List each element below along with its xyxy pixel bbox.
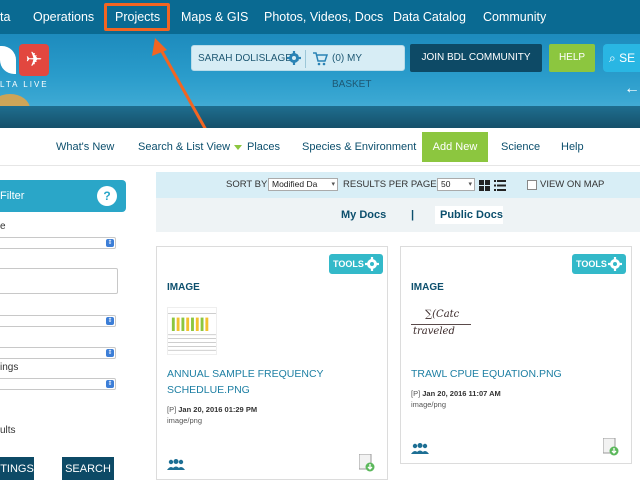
filter-select-2[interactable]: ⇕ bbox=[0, 315, 116, 327]
subnav-item-search-list-view[interactable]: Search & List View bbox=[138, 128, 243, 166]
filter-text-input[interactable] bbox=[0, 268, 118, 294]
top-navigation: ta Operations Projects Maps & GIS Photos… bbox=[0, 0, 640, 34]
download-icon[interactable] bbox=[359, 454, 375, 472]
formula-fraction-bar bbox=[411, 324, 471, 325]
topnav-item-data-catalog[interactable]: Data Catalog bbox=[393, 0, 466, 34]
user-name[interactable]: SARAH DOLISLAGER bbox=[198, 46, 299, 72]
doc-title-link[interactable]: ANNUAL SAMPLE FREQUENCY SCHEDLUE.PNG bbox=[167, 366, 377, 398]
user-bar-divider bbox=[305, 50, 306, 68]
results-per-page-value: 50 bbox=[441, 179, 451, 189]
doc-title-link[interactable]: TRAWL CPUE EQUATION.PNG bbox=[411, 366, 621, 382]
user-account-bar: SARAH DOLISLAGER (0) MY BASKET bbox=[191, 45, 405, 90]
back-arrow-icon[interactable]: ← bbox=[624, 80, 640, 98]
filter-label-ings: ings bbox=[0, 362, 19, 373]
topnav-item-maps-gis[interactable]: Maps & GIS bbox=[181, 0, 248, 34]
my-basket-link[interactable]: (0) MY BASKET bbox=[332, 46, 404, 98]
secondary-navigation: What's New Search & List View Places Spe… bbox=[0, 128, 640, 166]
help-button[interactable]: HELP bbox=[549, 44, 595, 72]
logo-bird-icon[interactable]: ✈ bbox=[19, 44, 49, 76]
filter-select-3[interactable]: ⇕ bbox=[0, 347, 116, 359]
doc-date-value: Jan 20, 2016 11:07 AM bbox=[422, 389, 501, 398]
search-button[interactable]: ⌕ SE bbox=[603, 44, 640, 72]
logo-leaf-icon[interactable] bbox=[0, 46, 16, 74]
select-arrows-icon: ⇕ bbox=[106, 317, 114, 325]
topnav-item-data[interactable]: ta bbox=[0, 0, 10, 34]
doc-meta-prefix: [P] bbox=[167, 405, 177, 414]
grid-view-icon[interactable] bbox=[479, 180, 490, 191]
subnav-item-places[interactable]: Places bbox=[247, 128, 280, 166]
projects-highlight-box bbox=[104, 3, 170, 31]
download-icon[interactable] bbox=[603, 438, 619, 456]
results-per-page-select[interactable]: 50 ▾ bbox=[437, 178, 475, 191]
tools-label: TOOLS bbox=[333, 259, 364, 269]
doc-mime-type: image/png bbox=[167, 416, 203, 425]
join-community-button[interactable]: JOIN BDL COMMUNITY bbox=[410, 44, 542, 72]
sort-by-select[interactable]: Modified Da ▾ bbox=[268, 178, 338, 191]
doc-meta-prefix: [P] bbox=[411, 389, 421, 398]
filter-select-4[interactable]: ⇕ bbox=[0, 378, 116, 390]
logo-text: LTA LIVE bbox=[0, 80, 49, 89]
gear-icon bbox=[365, 257, 379, 271]
topnav-item-community[interactable]: Community bbox=[483, 0, 546, 34]
chevron-down-icon bbox=[234, 144, 243, 150]
tab-my-docs[interactable]: My Docs bbox=[341, 198, 386, 232]
doc-type-label: IMAGE bbox=[411, 282, 444, 293]
select-arrows-icon: ⇕ bbox=[106, 380, 114, 388]
topnav-item-photos-videos-docs[interactable]: Photos, Videos, Docs bbox=[264, 0, 383, 34]
cart-icon[interactable] bbox=[312, 52, 328, 66]
tab-public-docs[interactable]: Public Docs bbox=[440, 198, 503, 232]
results-per-page-label: RESULTS PER PAGE bbox=[343, 179, 437, 190]
document-tabs: My Docs | Public Docs bbox=[156, 198, 640, 232]
view-on-map-label: VIEW ON MAP bbox=[540, 179, 605, 190]
tab-separator: | bbox=[411, 209, 415, 221]
doc-date-value: Jan 20, 2016 01:29 PM bbox=[178, 405, 258, 414]
list-view-icon[interactable] bbox=[494, 180, 506, 191]
gear-icon bbox=[608, 257, 622, 271]
tools-label: TOOLS bbox=[576, 259, 607, 269]
add-new-button[interactable]: Add New bbox=[422, 132, 488, 162]
people-icon[interactable] bbox=[411, 442, 429, 454]
doc-date: [P] Jan 20, 2016 01:29 PM bbox=[167, 405, 257, 414]
filter-select-1[interactable]: ⇕ bbox=[0, 237, 116, 249]
filter-label-e: e bbox=[0, 221, 6, 232]
filter-label-ults: ults bbox=[0, 425, 16, 436]
tools-button[interactable]: TOOLS bbox=[329, 254, 383, 274]
sort-by-label: SORT BY bbox=[226, 179, 268, 190]
topnav-item-operations[interactable]: Operations bbox=[33, 0, 94, 34]
search-button-label: SE bbox=[619, 51, 636, 65]
sort-by-value: Modified Da bbox=[272, 179, 318, 189]
tools-button[interactable]: TOOLS bbox=[572, 254, 626, 274]
search-icon: ⌕ bbox=[609, 51, 616, 65]
select-arrows-icon: ⇕ bbox=[106, 239, 114, 247]
header-banner: ✈ LTA LIVE SARAH DOLISLAGER (0) MY BASKE… bbox=[0, 34, 640, 128]
doc-mime-type: image/png bbox=[411, 400, 447, 409]
document-thumbnail[interactable] bbox=[167, 307, 217, 355]
subnav-item-species-environment[interactable]: Species & Environment bbox=[302, 128, 416, 166]
subnav-item-help[interactable]: Help bbox=[561, 128, 584, 166]
filter-panel-header: Filter ? bbox=[0, 180, 126, 212]
horizon-decoration bbox=[0, 106, 640, 128]
gear-icon[interactable] bbox=[287, 51, 301, 65]
settings-button[interactable]: TINGS bbox=[0, 457, 34, 480]
chevron-down-icon: ▾ bbox=[468, 181, 472, 188]
formula-thumbnail[interactable]: ∑(Catc traveled bbox=[411, 309, 471, 349]
doc-date: [P] Jan 20, 2016 11:07 AM bbox=[411, 389, 501, 398]
filter-title: Filter bbox=[0, 190, 25, 202]
people-icon[interactable] bbox=[167, 458, 185, 470]
subnav-item-whats-new[interactable]: What's New bbox=[56, 128, 114, 166]
view-on-map-checkbox[interactable] bbox=[527, 180, 537, 190]
subnav-item-science[interactable]: Science bbox=[501, 128, 540, 166]
sort-toolbar: SORT BY Modified Da ▾ RESULTS PER PAGE 50… bbox=[156, 172, 640, 198]
chevron-down-icon: ▾ bbox=[331, 181, 335, 188]
formula-numerator: ∑(Catc bbox=[425, 309, 460, 320]
help-circle-icon[interactable]: ? bbox=[97, 186, 117, 206]
subnav-search-list-label: Search & List View bbox=[138, 141, 231, 153]
search-submit-button[interactable]: SEARCH bbox=[62, 457, 114, 480]
doc-card[interactable]: TOOLS IMAGE ANNUAL SAMPLE FREQUENCY SCHE… bbox=[156, 246, 388, 480]
formula-denominator: traveled bbox=[413, 326, 455, 337]
doc-card[interactable]: TOOLS IMAGE ∑(Catc traveled TRAWL CPUE E… bbox=[400, 246, 632, 464]
doc-type-label: IMAGE bbox=[167, 282, 200, 293]
select-arrows-icon: ⇕ bbox=[106, 349, 114, 357]
